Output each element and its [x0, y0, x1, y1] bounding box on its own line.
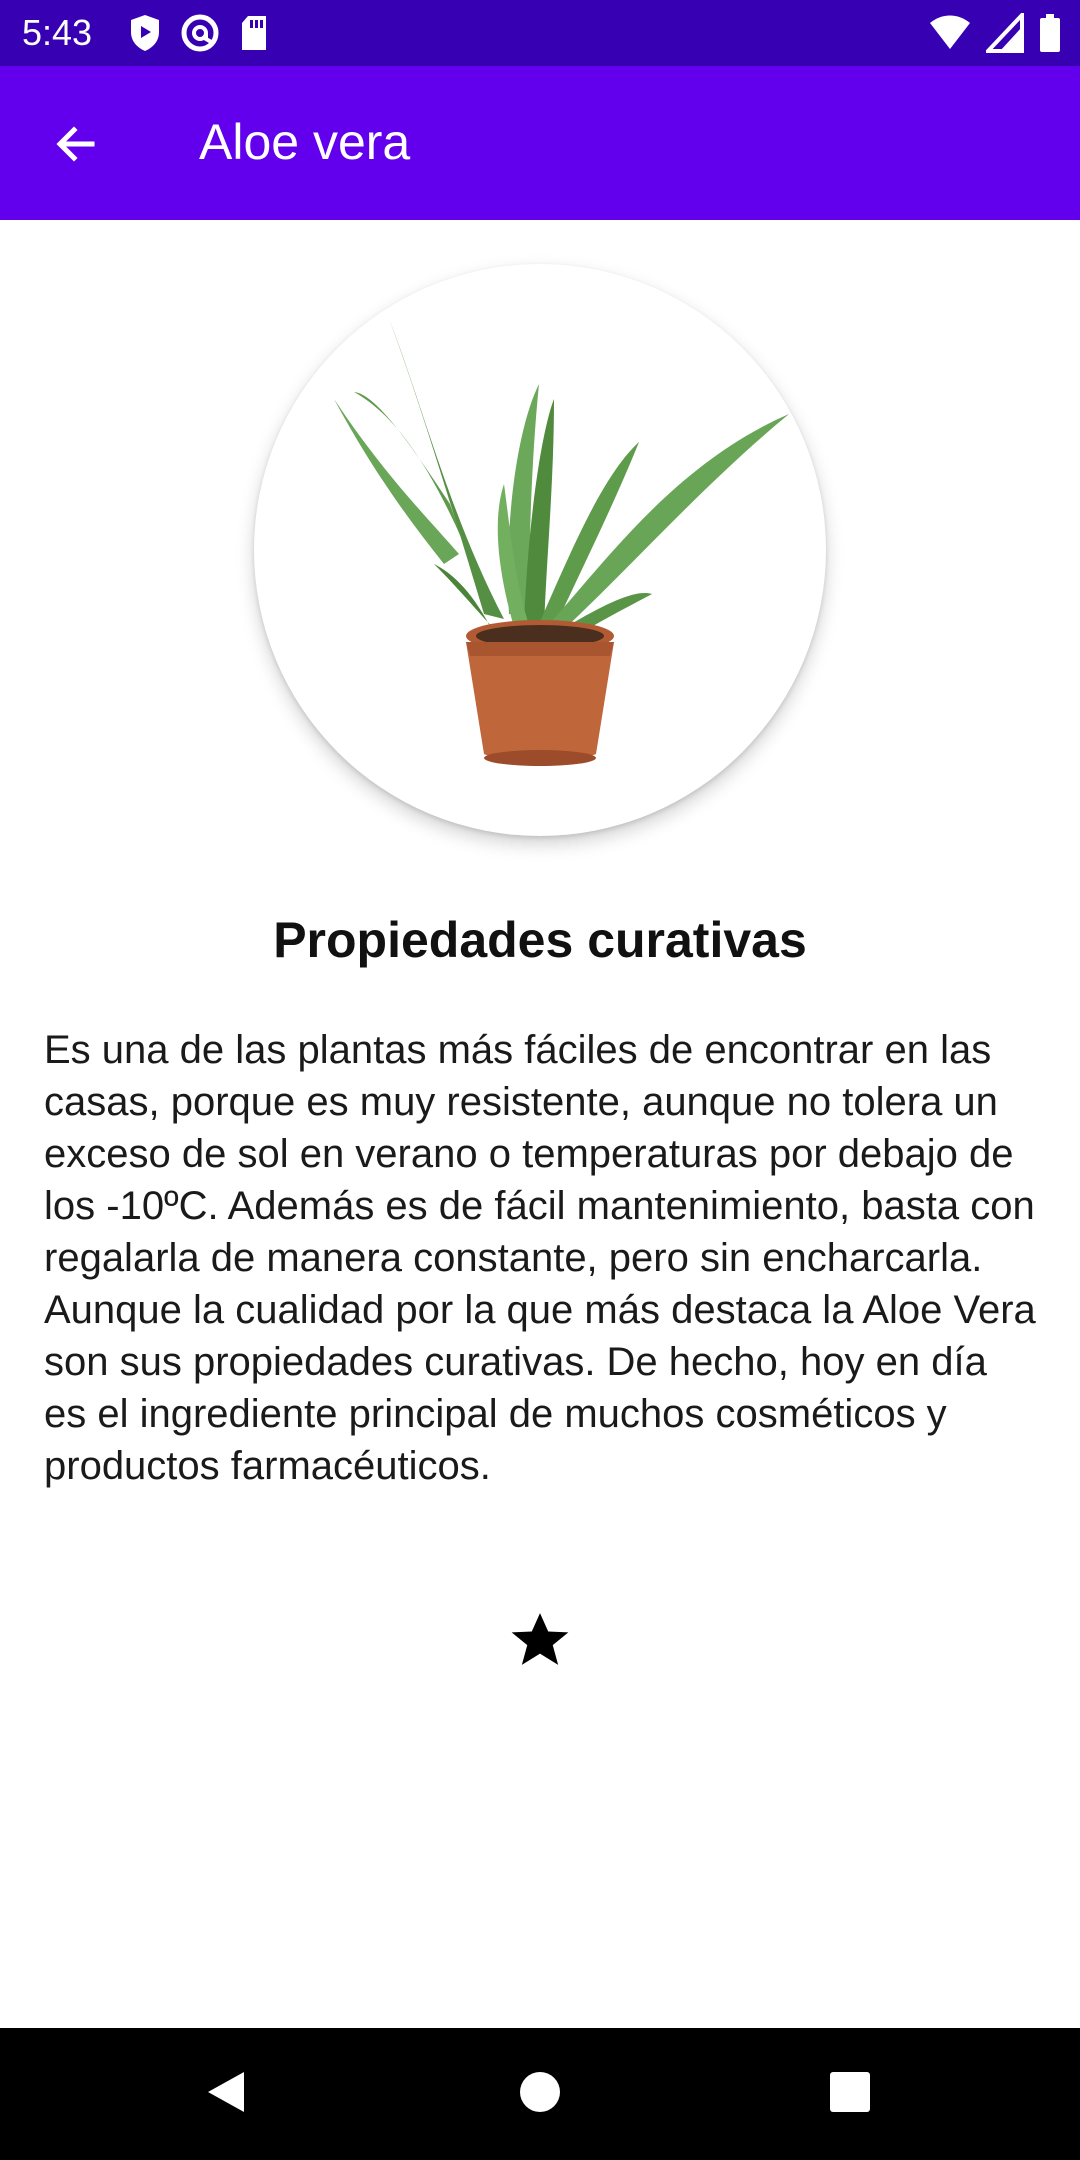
page-title: Aloe vera [199, 114, 411, 170]
favorite-button[interactable] [506, 1606, 574, 1674]
nav-recents-button[interactable] [810, 2054, 890, 2134]
app-bar: Aloe vera [0, 66, 1080, 220]
star-icon [506, 1613, 574, 1678]
battery-icon [1038, 13, 1062, 53]
section-title: Propiedades curativas [273, 912, 807, 968]
back-button[interactable] [36, 106, 116, 186]
nav-back-button[interactable] [186, 2054, 266, 2134]
status-bar: 5:43 [0, 0, 1080, 66]
system-nav-bar [0, 2028, 1080, 2160]
cell-signal-icon [986, 13, 1024, 53]
sd-card-icon [238, 13, 270, 53]
plant-description: Es una de las plantas más fáciles de enc… [44, 1028, 1036, 1488]
shield-icon [128, 13, 162, 53]
wifi-icon [928, 13, 972, 53]
plant-image [254, 264, 826, 836]
at-sign-icon [180, 13, 220, 53]
home-circle-icon [518, 2070, 562, 2119]
recents-square-icon [829, 2071, 871, 2118]
back-triangle-icon [204, 2068, 248, 2121]
status-time: 5:43 [22, 12, 93, 53]
nav-home-button[interactable] [500, 2054, 580, 2134]
arrow-back-icon [52, 120, 100, 173]
